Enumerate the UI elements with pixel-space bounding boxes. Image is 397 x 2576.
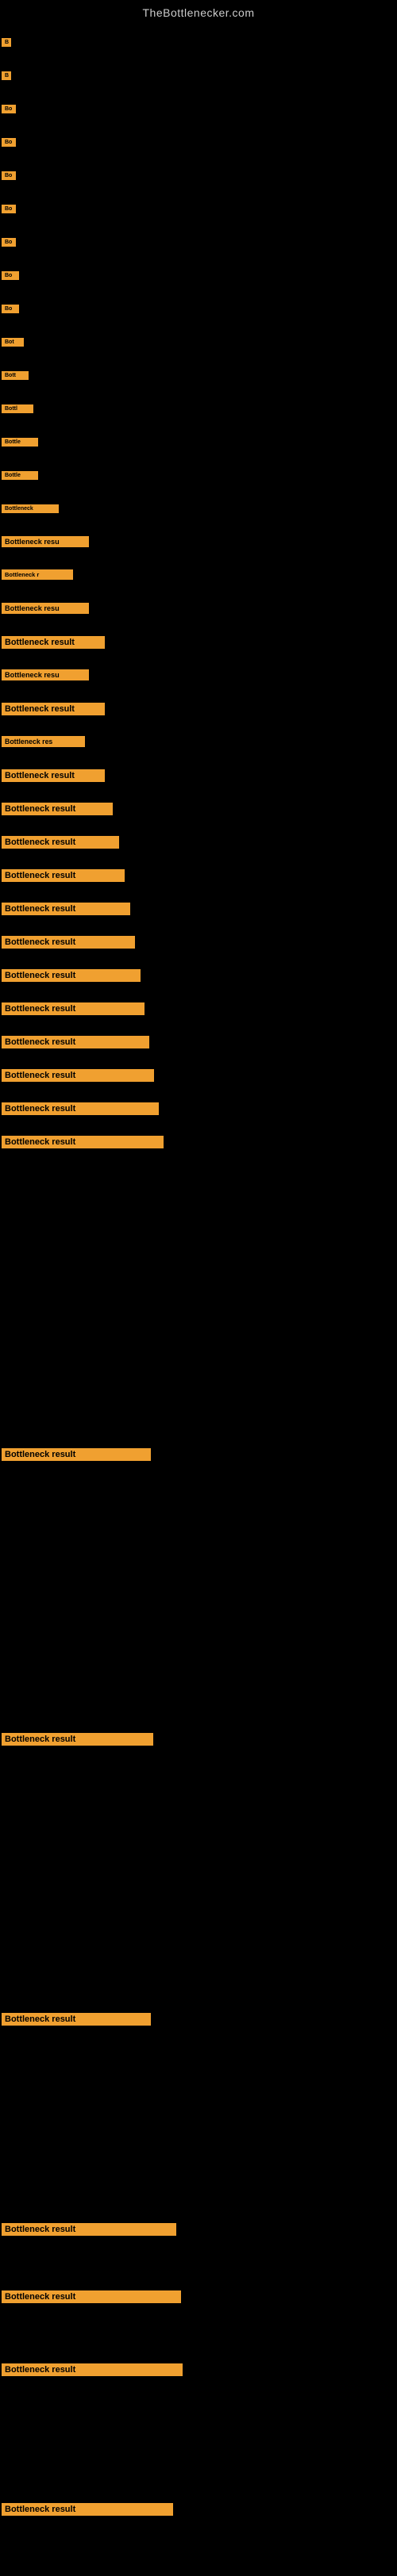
bottleneck-item: Bottleneck res	[2, 736, 85, 751]
bottleneck-label: Bottleneck result	[2, 803, 113, 815]
bottleneck-item: Bo	[2, 303, 19, 317]
bottleneck-item: Bottleneck result	[2, 903, 130, 919]
bottleneck-item: Bottleneck result	[2, 2290, 181, 2307]
bottleneck-item: Bottleneck result	[2, 1733, 153, 1750]
bottleneck-item: Bo	[2, 136, 16, 151]
bottleneck-label: Bottleneck result	[2, 2223, 176, 2236]
bottleneck-item: Bottleneck result	[2, 2363, 183, 2380]
bottleneck-label: Bottleneck	[2, 504, 59, 513]
bottleneck-item: Bottleneck result	[2, 1448, 151, 1465]
bottleneck-label: Bottleneck result	[2, 1733, 153, 1746]
bottleneck-label: Bottleneck resu	[2, 536, 89, 547]
bottleneck-item: Bottl	[2, 403, 33, 417]
bottleneck-label: Bott	[2, 371, 29, 380]
bottleneck-label: Bottleneck result	[2, 869, 125, 882]
bottleneck-item: Bottleneck result	[2, 1102, 159, 1119]
bottleneck-item: Bo	[2, 203, 16, 217]
bottleneck-label: Bot	[2, 338, 24, 347]
bottleneck-label: Bottleneck result	[2, 1069, 154, 1082]
bottleneck-item: Bottleneck result	[2, 1136, 164, 1152]
bottleneck-item: B	[2, 36, 11, 51]
bottleneck-item: Bottleneck result	[2, 869, 125, 886]
bottleneck-label: Bottleneck result	[2, 1136, 164, 1148]
bottleneck-label: Bottleneck result	[2, 2363, 183, 2376]
bottleneck-item: Bottleneck result	[2, 2223, 176, 2240]
bottleneck-label: Bo	[2, 238, 16, 247]
bottleneck-label: Bo	[2, 138, 16, 147]
bottleneck-item: Bottleneck result	[2, 703, 105, 719]
bottleneck-item: Bottleneck resu	[2, 669, 89, 684]
bottleneck-label: Bottleneck result	[2, 2503, 173, 2516]
bottleneck-item: Bottleneck result	[2, 969, 141, 986]
bottleneck-label: Bottleneck res	[2, 736, 85, 747]
bottleneck-item: Bo	[2, 170, 16, 184]
bottleneck-item: Bottleneck result	[2, 1036, 149, 1052]
bottleneck-item: Bottleneck result	[2, 1002, 145, 1019]
bottleneck-item: Bottle	[2, 436, 38, 450]
bottleneck-label: Bottleneck result	[2, 836, 119, 849]
bottleneck-item: Bottleneck result	[2, 2503, 173, 2520]
bottleneck-item: Bottle	[2, 470, 38, 484]
bottleneck-label: Bottle	[2, 438, 38, 447]
items-container: B B Bo Bo Bo Bo Bo Bo Bo Bot Bott Bottl Bottle Bottle…	[0, 22, 397, 2576]
bottleneck-label: B	[2, 71, 11, 80]
site-title: TheBottlenecker.com	[0, 0, 397, 22]
bottleneck-label: Bottleneck resu	[2, 669, 89, 680]
bottleneck-label: Bo	[2, 205, 16, 213]
bottleneck-item: Bottleneck r	[2, 569, 73, 584]
bottleneck-item: B	[2, 70, 11, 84]
bottleneck-item: Bott	[2, 370, 29, 384]
bottleneck-label: Bottleneck result	[2, 636, 105, 649]
bottleneck-item: Bottleneck result	[2, 836, 119, 853]
bottleneck-item: Bottleneck result	[2, 803, 113, 819]
bottleneck-label: Bottleneck result	[2, 2013, 151, 2026]
bottleneck-label: Bottleneck result	[2, 936, 135, 949]
bottleneck-item: Bottleneck result	[2, 936, 135, 953]
bottleneck-label: Bottleneck result	[2, 703, 105, 715]
bottleneck-item: Bottleneck result	[2, 769, 105, 786]
bottleneck-label: Bottleneck result	[2, 1448, 151, 1461]
bottleneck-label: B	[2, 38, 11, 47]
bottleneck-item: Bottleneck result	[2, 2013, 151, 2030]
bottleneck-label: Bo	[2, 105, 16, 113]
bottleneck-item: Bottleneck result	[2, 636, 105, 653]
bottleneck-label: Bottleneck r	[2, 569, 73, 580]
bottleneck-label: Bottleneck result	[2, 1102, 159, 1115]
bottleneck-label: Bottleneck result	[2, 1036, 149, 1048]
bottleneck-label: Bottleneck result	[2, 903, 130, 915]
bottleneck-item: Bo	[2, 103, 16, 117]
bottleneck-label: Bottleneck result	[2, 1002, 145, 1015]
bottleneck-item: Bottleneck result	[2, 1069, 154, 1086]
bottleneck-label: Bottleneck result	[2, 969, 141, 982]
bottleneck-label: Bottleneck resu	[2, 603, 89, 614]
bottleneck-label: Bottleneck result	[2, 2290, 181, 2303]
bottleneck-label: Bottleneck result	[2, 769, 105, 782]
bottleneck-item: Bottleneck resu	[2, 536, 89, 551]
bottleneck-label: Bo	[2, 171, 16, 180]
bottleneck-item: Bottleneck	[2, 503, 59, 517]
bottleneck-item: Bo	[2, 270, 19, 284]
bottleneck-label: Bo	[2, 271, 19, 280]
bottleneck-label: Bottl	[2, 404, 33, 413]
bottleneck-item: Bo	[2, 236, 16, 251]
bottleneck-label: Bottle	[2, 471, 38, 480]
bottleneck-item: Bottleneck resu	[2, 603, 89, 618]
bottleneck-item: Bot	[2, 336, 24, 351]
bottleneck-label: Bo	[2, 305, 19, 313]
